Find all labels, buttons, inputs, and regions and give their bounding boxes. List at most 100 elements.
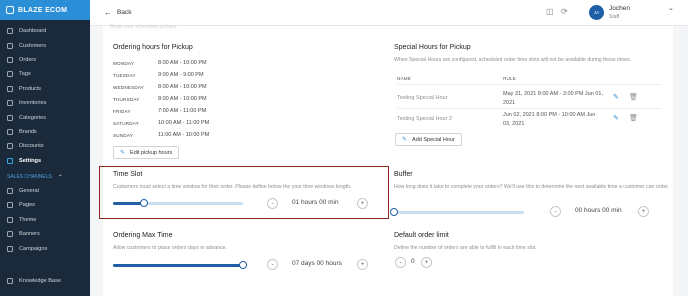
box-icon	[7, 85, 13, 92]
sidebar-item-label: Categories	[19, 114, 47, 121]
banner-icon	[7, 231, 13, 238]
back-label: Back	[117, 9, 132, 16]
sidebar-item-knowledge-base[interactable]: Knowledge Base	[0, 274, 90, 288]
sidebar-item-label: Pages	[19, 202, 35, 209]
chevron-down-icon[interactable]: ⌄	[668, 4, 674, 12]
refresh-icon[interactable]: ⟳	[561, 7, 568, 16]
sidebar-item-banners[interactable]: Banners	[0, 227, 90, 241]
sidebar-item-label: Discounts	[19, 143, 44, 150]
order-limit-value: 0	[411, 258, 415, 265]
sidebar-item-campaigns[interactable]: Campaigns	[0, 241, 90, 255]
day-hours: 10:00 AM - 11:00 PM	[158, 120, 210, 126]
topbar: ← Back ◫ ⟳ JA Jochen Staff ⌄	[90, 0, 688, 26]
day-hours: 8:00 AM - 10:00 PM	[158, 96, 207, 102]
avatar[interactable]: JA	[589, 5, 604, 20]
buffer-description: How long does it take to complete your o…	[394, 184, 670, 190]
max-time-increment-button[interactable]: +	[357, 259, 368, 270]
sales-channels-toggle[interactable]: SALES CHANNELS ⌃	[0, 171, 90, 184]
special-hours-description: When Special Hours are configured, sched…	[394, 57, 632, 63]
special-hour-name: Testing Special Hour	[397, 95, 448, 101]
trash-icon[interactable]: 🗑	[629, 93, 638, 101]
sidebar-item-dashboard[interactable]: Dashboard	[0, 24, 90, 38]
brand-icon	[7, 128, 13, 135]
edit-pickup-hours-button[interactable]: ✎ Edit pickup hours	[113, 146, 180, 159]
special-hour-name: Testing Special Hour 2	[397, 116, 453, 122]
buffer-decrement-button[interactable]: -	[550, 206, 561, 217]
sidebar-item-products[interactable]: Products	[0, 82, 90, 96]
home-icon	[7, 28, 13, 35]
order-limit-decrement-button[interactable]: -	[395, 257, 406, 268]
sidebar-item-settings[interactable]: Settings	[0, 154, 90, 168]
sidebar-item-label: Inventories	[19, 100, 47, 107]
section-label: SALES CHANNELS	[7, 174, 52, 181]
sidebar-item-customers[interactable]: Customers	[0, 38, 90, 52]
time-slot-description: Customers must select a time window for …	[113, 184, 352, 190]
sidebar-item-label: Products	[19, 85, 42, 92]
time-slot-increment-button[interactable]: +	[357, 198, 368, 209]
faded-text: Begin your scheduled pickups	[110, 24, 177, 30]
day-hours: 7:00 AM - 11:00 PM	[158, 108, 207, 114]
user-name[interactable]: Jochen	[609, 5, 630, 12]
add-special-hour-button[interactable]: ✎ Add Special Hour	[395, 133, 462, 146]
inventory-icon	[7, 100, 13, 107]
chevron-up-icon: ⌃	[57, 174, 63, 181]
edit-icon[interactable]: ✎	[613, 114, 619, 122]
sidebar: BLAZE ECOM Dashboard Customers Orders Ta…	[0, 0, 90, 296]
users-icon	[7, 42, 13, 49]
brand-bar[interactable]: BLAZE ECOM	[0, 0, 90, 20]
arrow-left-icon: ←	[104, 8, 112, 17]
sidebar-item-general[interactable]: General	[0, 184, 90, 198]
table-divider	[397, 108, 662, 109]
sidebar-item-brands[interactable]: Brands	[0, 125, 90, 139]
brand-name: BLAZE ECOM	[18, 6, 68, 14]
sidebar-item-inventories[interactable]: Inventories	[0, 96, 90, 110]
back-button[interactable]: ← Back	[104, 8, 131, 17]
special-hour-rule: Jun 02, 2021 8:00 PM - 10:00 AM Jun 03, …	[503, 112, 596, 127]
sidebar-item-label: Tags	[19, 71, 31, 78]
sidebar-item-label: Customers	[19, 42, 47, 49]
order-limit-increment-button[interactable]: +	[421, 257, 432, 268]
table-divider	[397, 84, 662, 85]
slider-track[interactable]	[394, 211, 524, 214]
trash-icon[interactable]: 🗑	[629, 114, 638, 122]
info-icon	[7, 278, 13, 285]
sidebar-item-label: Brands	[19, 128, 37, 135]
max-time-decrement-button[interactable]: -	[267, 259, 278, 270]
slider-handle[interactable]	[390, 208, 398, 216]
tag-icon	[7, 71, 13, 78]
sidebar-item-label: Settings	[19, 157, 42, 164]
max-time-description: Allow customers to place orders days in …	[113, 245, 227, 251]
time-slot-decrement-button[interactable]: -	[267, 198, 278, 209]
sidebar-item-pages[interactable]: Pages	[0, 198, 90, 212]
button-label: Add Special Hour	[412, 136, 455, 143]
sidebar-item-label: Dashboard	[19, 28, 47, 35]
column-header-name: NAME	[397, 76, 412, 81]
sidebar-item-tags[interactable]: Tags	[0, 67, 90, 81]
theme-icon	[7, 216, 13, 223]
sidebar-item-orders[interactable]: Orders	[0, 53, 90, 67]
day-hours: 8:00 AM - 10:00 PM	[158, 84, 207, 90]
slider-handle[interactable]	[239, 261, 247, 269]
column-header-rule: RULE	[503, 76, 517, 81]
sidebar-item-label: Orders	[19, 56, 37, 63]
gift-icon[interactable]: ◫	[546, 7, 554, 16]
sidebar-item-theme[interactable]: Theme	[0, 213, 90, 227]
general-icon	[7, 188, 13, 195]
pages-icon	[7, 202, 13, 209]
gear-icon	[7, 157, 13, 164]
sidebar-item-label: Knowledge Base	[19, 278, 61, 285]
buffer-value: 00 hours 00 min	[575, 207, 622, 214]
discount-icon	[7, 143, 13, 150]
settings-card	[103, 26, 673, 296]
time-slot-highlight	[99, 166, 389, 219]
time-slot-title: Time Slot	[113, 171, 143, 178]
edit-icon: ✎	[120, 150, 126, 156]
edit-icon[interactable]: ✎	[613, 93, 619, 101]
day-label: SATURDAY	[113, 121, 139, 126]
sidebar-item-categories[interactable]: Categories	[0, 110, 90, 124]
day-hours: 9:00 AM - 9:00 PM	[158, 72, 204, 78]
sidebar-item-discounts[interactable]: Discounts	[0, 139, 90, 153]
buffer-title: Buffer	[394, 171, 413, 178]
campaign-icon	[7, 245, 13, 252]
buffer-increment-button[interactable]: +	[638, 206, 649, 217]
